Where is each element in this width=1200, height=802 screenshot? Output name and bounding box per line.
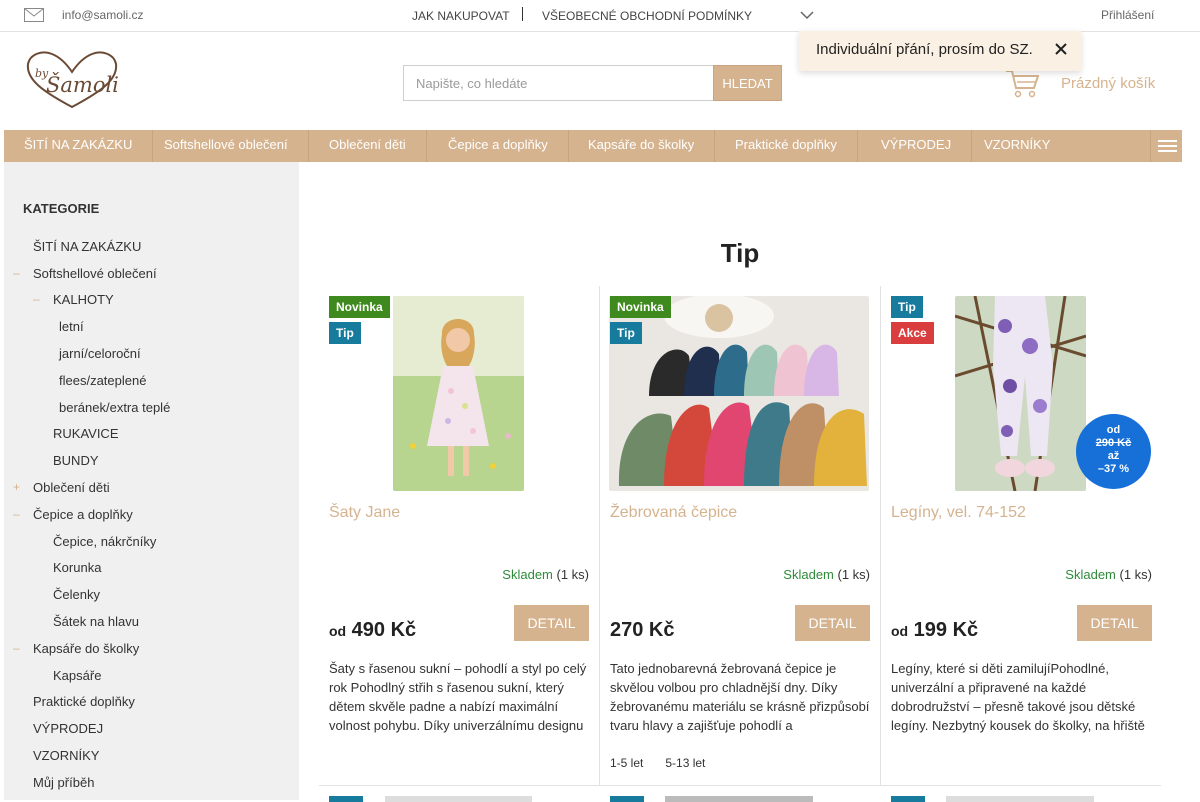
product-name[interactable]: Šaty Jane [329, 504, 400, 522]
search-input[interactable] [403, 65, 713, 101]
sidebar-item-practical[interactable]: Praktické doplňky [33, 694, 135, 709]
category-sidebar: KATEGORIE ŠITÍ NA ZAKÁZKU – Softshellové … [4, 162, 299, 800]
row-divider [319, 785, 1161, 786]
detail-button[interactable]: DETAIL [514, 605, 589, 641]
next-row-badge [329, 796, 363, 802]
sidebar-item-caps[interactable]: – Čepice a doplňky [13, 507, 133, 522]
badge-tip: Tip [610, 322, 642, 344]
collapse-icon: – [13, 641, 20, 655]
nav-link-terms[interactable]: VŠEOBECNÉ OBCHODNÍ PODMÍNKY [542, 9, 752, 23]
next-row-image [385, 796, 532, 802]
product-name[interactable]: Žebrovaná čepice [610, 504, 737, 522]
product-description: Tato jednobarevná žebrovaná čepice je sk… [610, 661, 870, 733]
sidebar-item-summer[interactable]: letní [59, 319, 84, 334]
detail-button[interactable]: DETAIL [1077, 605, 1152, 641]
cart-icon[interactable] [1005, 68, 1039, 98]
nav-divider [522, 7, 523, 21]
nav-link-how-to-buy[interactable]: JAK NAKUPOVAT [412, 9, 510, 23]
product-price: od 490 Kč [329, 619, 417, 641]
badge-tip: Tip [891, 296, 923, 318]
sidebar-item-jackets[interactable]: BUNDY [53, 453, 99, 468]
badge-new: Novinka [610, 296, 671, 318]
close-icon[interactable] [1055, 43, 1067, 55]
top-bar: info@samoli.cz JAK NAKUPOVAT VŠEOBECNÉ O… [0, 0, 1200, 32]
size-options: 1-5 let 5-13 let [610, 756, 727, 770]
stock-info: Skladem (1 ks) [1065, 567, 1152, 582]
next-row-badge [891, 796, 925, 802]
sidebar-item-gloves[interactable]: RUKAVICE [53, 426, 119, 441]
sidebar-item-pants[interactable]: – KALHOTY [33, 292, 114, 307]
menu-item-caps[interactable]: Čepice a doplňky [428, 130, 569, 162]
product-card: Novinka Tip Šaty Jane Skladem (1 ks) od … [319, 286, 600, 786]
login-link[interactable]: Přihlášení [1101, 8, 1154, 22]
sidebar-item-headscarf[interactable]: Šátek na hlavu [53, 614, 139, 629]
hamburger-menu-icon[interactable] [1150, 130, 1182, 162]
sidebar-item-softshell[interactable]: – Softshellové oblečení [13, 266, 157, 281]
svg-text:Šamoli: Šamoli [46, 73, 119, 97]
detail-button[interactable]: DETAIL [795, 605, 870, 641]
menu-item-sale[interactable]: VÝPRODEJ [861, 130, 973, 162]
next-row-image [946, 796, 1094, 802]
sidebar-title: KATEGORIE [23, 201, 100, 216]
next-row-image [665, 796, 813, 802]
menu-item-practical[interactable]: Praktické doplňky [715, 130, 858, 162]
product-card: Novinka Tip Žebrovaná čepice Skladem (1 … [600, 286, 881, 786]
size-option[interactable]: 5-13 let [665, 756, 705, 770]
collapse-icon: – [33, 292, 40, 306]
sidebar-item-extra-warm[interactable]: beránek/extra teplé [59, 400, 170, 415]
badge-tip: Tip [329, 322, 361, 344]
section-title: Tip [720, 238, 760, 268]
site-logo[interactable]: by Šamoli [24, 50, 120, 110]
collapse-icon: – [13, 507, 20, 521]
product-price: od 199 Kč [891, 619, 979, 641]
size-option[interactable]: 1-5 let [610, 756, 643, 770]
sidebar-item-pockets[interactable]: – Kapsáře do školky [13, 641, 139, 656]
info-toast: Individuální přání, prosím do SZ. [799, 31, 1081, 71]
contact-email[interactable]: info@samoli.cz [62, 8, 144, 22]
product-image[interactable] [955, 296, 1086, 491]
search-button[interactable]: HLEDAT [713, 65, 782, 101]
toast-text: Individuální přání, prosím do SZ. [816, 41, 1033, 58]
sidebar-item-all-season[interactable]: jarní/celoroční [59, 346, 141, 361]
chevron-down-icon[interactable] [800, 9, 814, 21]
expand-icon: + [13, 480, 21, 494]
stock-info: Skladem (1 ks) [502, 567, 589, 582]
stock-info: Skladem (1 ks) [783, 567, 870, 582]
product-image[interactable] [609, 296, 869, 491]
menu-item-pockets[interactable]: Kapsáře do školky [568, 130, 716, 162]
sidebar-item-caps-neckwarmers[interactable]: Čepice, nákrčníky [53, 534, 156, 549]
main-menu: ŠITÍ NA ZAKÁZKU Softshellové oblečení Ob… [4, 130, 1182, 162]
product-price: 270 Kč [610, 619, 675, 641]
discount-badge: od 290 Kč až –37 % [1076, 414, 1151, 489]
product-name[interactable]: Legíny, vel. 74-152 [891, 504, 1026, 522]
sidebar-item-fleece[interactable]: flees/zateplené [59, 373, 146, 388]
product-description: Šaty s řasenou sukní – pohodlí a styl po… [329, 661, 587, 733]
next-row-badge [610, 796, 644, 802]
sidebar-item-kids-clothing[interactable]: + Oblečení děti [13, 480, 110, 495]
product-description: Legíny, které si děti zamilujíPohodlné, … [891, 661, 1145, 733]
product-image[interactable] [393, 296, 524, 491]
menu-item-softshell[interactable]: Softshellové oblečení [144, 130, 309, 162]
collapse-icon: – [13, 266, 20, 280]
badge-new: Novinka [329, 296, 390, 318]
menu-item-samples[interactable]: VZORNÍKY [964, 130, 1070, 162]
product-card: Tip Akce Legíny, vel. 74-152 Skladem (1 … [881, 286, 1162, 786]
sidebar-item-custom-sewing[interactable]: ŠITÍ NA ZAKÁZKU [33, 239, 141, 254]
mail-icon [24, 8, 44, 22]
sidebar-item-headbands[interactable]: Čelenky [53, 587, 100, 602]
sidebar-item-my-story[interactable]: Můj příběh [33, 775, 94, 790]
sidebar-item-pockets-sub[interactable]: Kapsáře [53, 668, 101, 683]
sidebar-item-crown[interactable]: Korunka [53, 560, 101, 575]
cart-label[interactable]: Prázdný košík [1061, 75, 1155, 92]
sidebar-item-samples[interactable]: VZORNÍKY [33, 748, 99, 763]
sidebar-item-sale[interactable]: VÝPRODEJ [33, 721, 103, 736]
badge-sale: Akce [891, 322, 934, 344]
menu-item-custom-sewing[interactable]: ŠITÍ NA ZAKÁZKU [4, 130, 154, 162]
menu-item-kids-clothing[interactable]: Oblečení děti [309, 130, 427, 162]
